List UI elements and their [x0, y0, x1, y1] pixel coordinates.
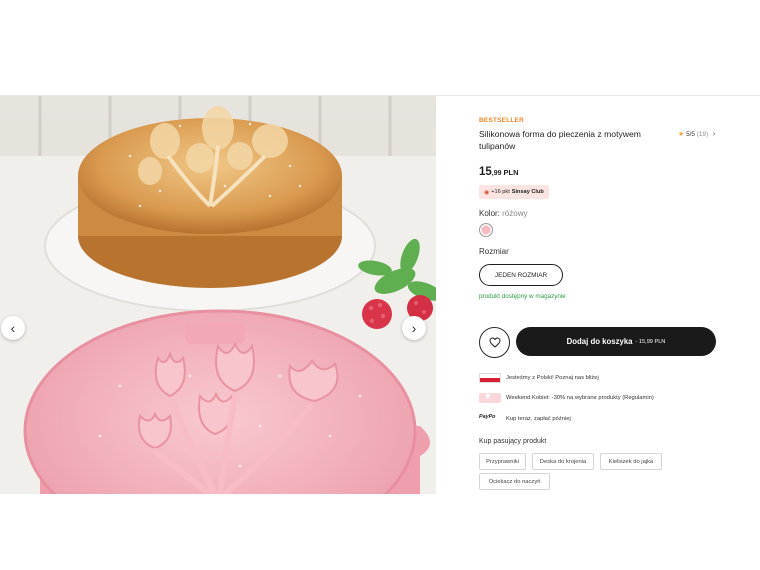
chevron-right-icon: ›: [712, 131, 716, 138]
chevron-right-icon: ›: [411, 320, 417, 336]
color-swatch-pink[interactable]: [479, 223, 493, 237]
paypo-logo: PayPo: [479, 414, 496, 420]
price-currency: PLN: [503, 168, 519, 177]
product-image-gallery[interactable]: ‹ ›: [0, 96, 436, 494]
price-decimal: ,99: [491, 170, 502, 177]
wishlist-button[interactable]: [479, 327, 510, 358]
gift-icon: ◉: [484, 189, 490, 196]
product-title: Silikonowa forma do pieczenia z motywem …: [479, 129, 641, 151]
color-value: różowy: [502, 209, 528, 218]
matching-chip[interactable]: Kieliszek do jajka: [600, 453, 662, 470]
promo-weekend[interactable]: Weekend Kobiet: -30% na wybrane produkty…: [479, 391, 654, 405]
gallery-next-button[interactable]: ›: [402, 316, 426, 340]
rating-link[interactable]: ★ 5/5 (19) ›: [678, 130, 715, 138]
promo-paypo[interactable]: PayPo Kup teraz, zapłać później: [479, 412, 571, 426]
size-label: Rozmiar: [479, 247, 509, 256]
rating-count: (19): [696, 131, 709, 138]
price-integer: 15: [479, 166, 492, 178]
promo-text: Weekend Kobiet: -30% na wybrane produkty…: [506, 395, 654, 401]
promo-text: Kup teraz, zapłać później: [506, 416, 571, 422]
add-to-cart-price: - 15,99 PLN: [635, 338, 666, 345]
product-price: 15,99 PLN: [479, 162, 519, 180]
bestseller-badge: BESTSELLER: [479, 117, 524, 124]
club-points: +16 pkt: [491, 189, 510, 195]
polish-flag-icon: [479, 373, 501, 383]
heart-icon: [488, 337, 501, 348]
matching-chip[interactable]: Przyprawniki: [479, 453, 526, 470]
promo-text: Jesteśmy z Polski! Poznaj nas bliżej: [506, 375, 599, 381]
product-photo: [0, 96, 436, 494]
add-to-cart-button[interactable]: Dodaj do koszyka - 15,99 PLN: [516, 327, 716, 356]
matching-chip[interactable]: Deska do krojenia: [532, 453, 594, 470]
hearts-icon: [479, 391, 501, 403]
star-icon: ★: [678, 131, 685, 138]
color-label: Kolor:: [479, 209, 500, 218]
stock-status: produkt dostępny w magazynie: [479, 293, 566, 300]
gallery-prev-button[interactable]: ‹: [1, 316, 25, 340]
matching-chip[interactable]: Ociekacz do naczyń: [479, 473, 550, 490]
chevron-left-icon: ‹: [10, 320, 16, 336]
club-name: Sinsay Club: [511, 189, 544, 195]
matching-products-title: Kup pasujący produkt: [479, 438, 547, 445]
add-to-cart-label: Dodaj do koszyka: [566, 337, 633, 346]
size-option-button[interactable]: JEDEN ROZMIAR: [479, 264, 563, 286]
promo-polish[interactable]: Jesteśmy z Polski! Poznaj nas bliżej: [479, 371, 599, 385]
club-points-badge: ◉ +16 pkt Sinsay Club: [479, 185, 549, 199]
color-row: Kolor: różowy: [479, 209, 527, 218]
rating-value: 5/5: [686, 131, 695, 138]
